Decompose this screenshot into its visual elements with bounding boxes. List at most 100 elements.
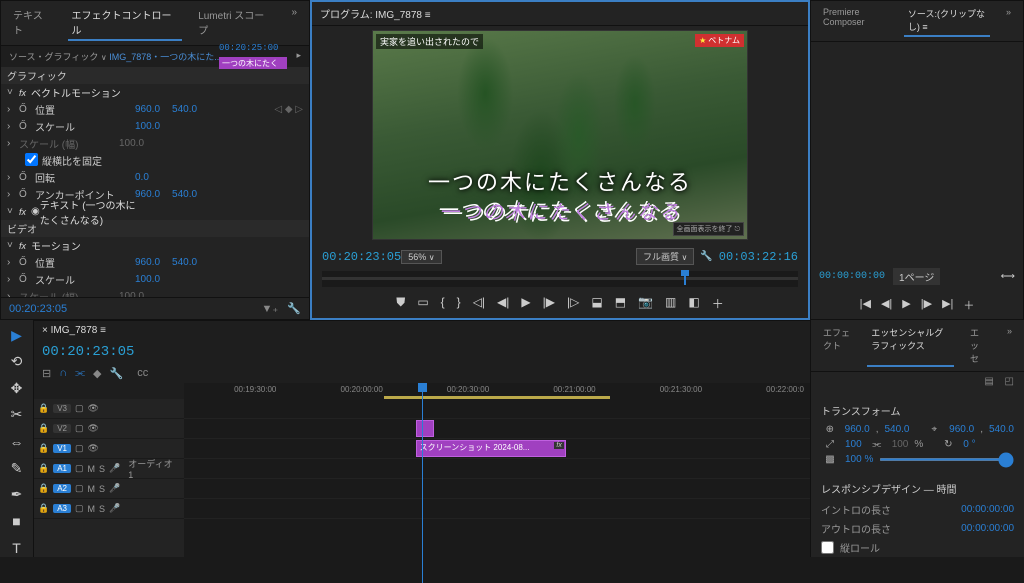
track-mic-icon[interactable]: 🎤 xyxy=(109,463,120,474)
property-value[interactable]: 100.0 xyxy=(135,121,160,132)
track-solo-icon[interactable]: S xyxy=(99,464,105,474)
property-value[interactable]: 960.0 xyxy=(135,104,160,115)
group-icon[interactable]: ◰ xyxy=(1005,376,1014,387)
property-value[interactable]: 540.0 xyxy=(172,189,197,200)
egfx-outro-val[interactable]: 00:00:00:00 xyxy=(961,523,1014,534)
visibility-icon[interactable]: ◉ xyxy=(31,206,40,217)
track-output-icon[interactable]: ▢ xyxy=(75,483,84,494)
disclosure-icon[interactable]: ˅ xyxy=(7,240,17,251)
tl-snap-icon[interactable]: ∩ xyxy=(59,367,67,380)
tabs-overflow-icon[interactable]: » xyxy=(1002,5,1015,37)
track-lock-icon[interactable]: 🔒 xyxy=(38,483,49,494)
disclosure-icon[interactable]: ˅ xyxy=(7,206,17,217)
track-solo-icon[interactable]: S xyxy=(99,504,105,514)
track-lock-icon[interactable]: 🔒 xyxy=(38,423,49,434)
egfx-opacity-slider[interactable] xyxy=(879,458,1014,461)
egfx-anchor-x[interactable]: 960.0 xyxy=(949,424,974,435)
src-play-icon[interactable]: ▶ xyxy=(902,297,910,313)
tab-premiere-composer[interactable]: Premiere Composer xyxy=(819,5,892,37)
extract-icon[interactable]: ⬒ xyxy=(615,295,626,312)
lift-icon[interactable]: ⬓ xyxy=(591,295,602,312)
ec-playhead-icon[interactable]: ▸ xyxy=(296,50,301,63)
compare-icon[interactable]: ▥ xyxy=(665,295,676,312)
track-lock-icon[interactable]: 🔒 xyxy=(38,463,49,474)
goto-out-icon[interactable]: |▷ xyxy=(567,295,579,312)
disclosure-icon[interactable]: › xyxy=(7,257,17,268)
track-lock-icon[interactable]: 🔒 xyxy=(38,443,49,454)
track-lane[interactable] xyxy=(184,419,810,439)
program-tab[interactable]: プログラム: IMG_7878 ≡ xyxy=(312,2,808,26)
fx-badge[interactable]: fx xyxy=(19,88,31,98)
settings-icon[interactable]: 🔧 xyxy=(700,251,712,262)
filter-icon[interactable]: ▼₊ xyxy=(262,303,279,315)
property-value[interactable]: 0.0 xyxy=(135,172,149,183)
add-btn-icon[interactable]: ＋ xyxy=(712,295,724,312)
source-zoom-icon[interactable]: ⟷ xyxy=(1001,271,1015,282)
stopwatch-icon[interactable]: Ő xyxy=(19,257,31,268)
keyframe-nav[interactable]: ◁ ◆ ▷ xyxy=(274,104,303,115)
link-icon[interactable]: ⫘ xyxy=(868,439,886,450)
stopwatch-icon[interactable]: Ő xyxy=(19,189,31,200)
track-lane[interactable] xyxy=(184,459,810,479)
tabs-overflow-icon[interactable]: » xyxy=(287,5,301,41)
wrench-icon[interactable]: 🔧 xyxy=(287,303,301,315)
src-step-fwd-icon[interactable]: |▶ xyxy=(921,297,932,313)
mark-in-icon[interactable]: { xyxy=(441,295,445,312)
egfx-pos-x[interactable]: 960.0 xyxy=(845,424,870,435)
track-target[interactable]: V1 xyxy=(53,444,71,453)
timeline-playhead[interactable] xyxy=(422,383,423,583)
program-video[interactable]: 実家を追い出されたので ベトナム 一つの木にたくさんなる 一つの木にたくさんなる… xyxy=(372,30,748,240)
program-quality-select[interactable]: フル画質 ∨ xyxy=(636,248,694,265)
track-output-icon[interactable]: ▢ xyxy=(75,443,84,454)
tool-3[interactable]: ✂ xyxy=(7,406,27,425)
tool-4[interactable]: ⇔ xyxy=(7,432,27,451)
egfx-anchor-y[interactable]: 540.0 xyxy=(989,424,1014,435)
disclosure-icon[interactable]: › xyxy=(7,189,17,200)
stopwatch-icon[interactable]: Ő xyxy=(19,172,31,183)
marker-icon[interactable]: ⛊ xyxy=(396,295,405,312)
stopwatch-icon[interactable]: Ő xyxy=(19,104,31,115)
tab-source[interactable]: ソース:(クリップなし) ≡ xyxy=(904,5,990,37)
track-lane[interactable]: スクリーンショット 2024-08...fx xyxy=(184,439,810,459)
track-lock-icon[interactable]: 🔒 xyxy=(38,403,49,414)
track-target[interactable]: A1 xyxy=(53,464,71,473)
tl-caption-icon[interactable]: cc xyxy=(137,367,148,380)
step-fwd-icon[interactable]: |▶ xyxy=(543,295,555,312)
disclosure-icon[interactable]: › xyxy=(7,172,17,183)
egfx-scale[interactable]: 100 xyxy=(845,439,862,450)
play-icon[interactable]: ▶ xyxy=(521,295,530,312)
track-solo-icon[interactable]: S xyxy=(99,484,105,494)
track-lane[interactable] xyxy=(184,479,810,499)
egfx-rotation[interactable]: 0 ° xyxy=(963,439,975,450)
tool-2[interactable]: ✥ xyxy=(7,379,27,398)
btn-editor-icon[interactable]: ◧ xyxy=(688,295,699,312)
export-frame-icon[interactable]: 📷 xyxy=(638,295,653,312)
track-eye-icon[interactable]: 👁 xyxy=(88,443,99,454)
aspect-lock-checkbox[interactable] xyxy=(25,153,38,166)
track-eye-icon[interactable]: 👁 xyxy=(88,403,99,414)
src-step-back-icon[interactable]: ◀| xyxy=(881,297,892,313)
track-output-icon[interactable]: ▢ xyxy=(75,403,84,414)
track-mute-icon[interactable]: M xyxy=(88,464,96,474)
track-output-icon[interactable]: ▢ xyxy=(75,463,84,474)
tl-nest-icon[interactable]: ⊟ xyxy=(42,367,51,380)
property-value[interactable]: 540.0 xyxy=(172,257,197,268)
tl-marker-icon[interactable]: ◆ xyxy=(93,367,101,380)
stopwatch-icon[interactable]: Ő xyxy=(19,121,31,132)
property-value[interactable]: 100.0 xyxy=(119,138,144,149)
fx-badge[interactable]: fx xyxy=(19,241,31,251)
disclosure-icon[interactable]: ˅ xyxy=(7,87,17,98)
track-output-icon[interactable]: ▢ xyxy=(75,423,84,434)
src-goto-in-icon[interactable]: |◀ xyxy=(860,297,871,313)
egfx-pos-y[interactable]: 540.0 xyxy=(884,424,909,435)
egfx-roll-checkbox[interactable] xyxy=(821,541,834,554)
track-target[interactable]: A3 xyxy=(53,504,71,513)
source-timecode[interactable]: 00:00:00:00 xyxy=(819,271,885,282)
property-value[interactable]: 960.0 xyxy=(135,257,160,268)
track-mute-icon[interactable]: M xyxy=(88,504,96,514)
track-mute-icon[interactable]: M xyxy=(88,484,96,494)
track-eye-icon[interactable]: 👁 xyxy=(88,423,99,434)
tab-effect-controls[interactable]: エフェクトコントロール xyxy=(68,5,183,41)
tab-effects[interactable]: エフェクト xyxy=(819,324,855,367)
timeline-timecode[interactable]: 00:20:23:05 xyxy=(42,344,134,360)
